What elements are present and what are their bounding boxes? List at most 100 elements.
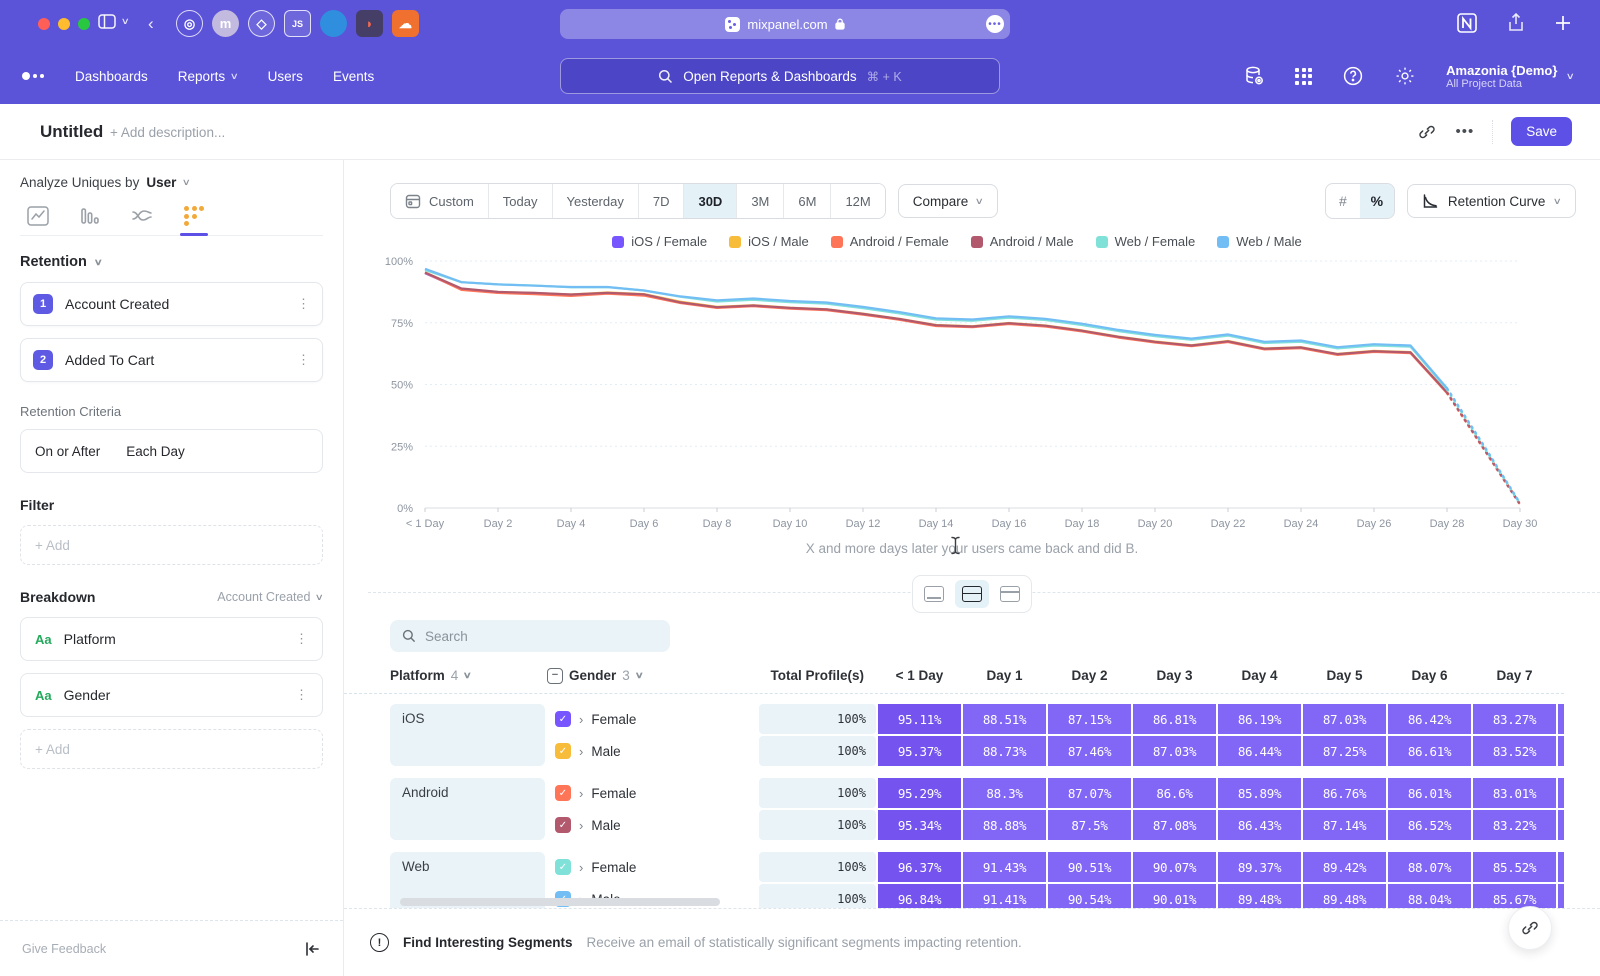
retention-value-cell[interactable]: 96.84% [878, 884, 961, 908]
retention-value-cell[interactable]: 87.03% [1303, 704, 1386, 734]
avatar-m-icon[interactable]: m [212, 10, 239, 37]
apps-grid-icon[interactable] [1295, 68, 1312, 85]
copy-link-icon[interactable] [1417, 122, 1437, 142]
retention-line-chart[interactable]: 0%25%50%75%100%< 1 DayDay 2Day 4Day 6Day… [344, 252, 1600, 540]
expand-row-icon[interactable]: › [579, 744, 583, 759]
zoom-window-button[interactable] [78, 18, 90, 30]
target-icon[interactable]: ◎ [176, 10, 203, 37]
column-header-day[interactable]: Day 1 [963, 668, 1046, 683]
retention-value-cell[interactable]: 88.3% [963, 778, 1046, 808]
absolute-mode-button[interactable]: # [1326, 184, 1360, 218]
retention-value-cell[interactable]: 86.43% [1218, 810, 1301, 840]
kebab-menu-icon[interactable]: ⋮ [295, 687, 308, 703]
save-button[interactable]: Save [1511, 117, 1572, 146]
legend-item[interactable]: Android / Male [971, 234, 1074, 249]
chart-only-view-button[interactable] [917, 580, 951, 608]
url-options-icon[interactable]: ••• [986, 15, 1004, 33]
retention-value-cell[interactable]: 90.01% [1133, 884, 1216, 908]
analyze-entity-dropdown[interactable]: User [146, 175, 176, 190]
soundcloud-icon[interactable]: ☁ [392, 10, 419, 37]
range-custom[interactable]: Custom [391, 184, 489, 218]
retention-value-cell[interactable]: 86.6% [1133, 778, 1216, 808]
gender-cell[interactable]: ✓›Female [547, 778, 757, 808]
range-7d[interactable]: 7D [639, 184, 685, 218]
gender-cell[interactable]: ✓›Female [547, 852, 757, 882]
criteria-each-day[interactable]: Each Day [126, 444, 185, 459]
find-segments-title[interactable]: Find Interesting Segments [403, 935, 573, 950]
global-search-input[interactable]: Open Reports & Dashboards ⌘ + K [560, 58, 1000, 94]
breakdown-platform[interactable]: Aa Platform ⋮ [20, 617, 323, 661]
sidebar-toggle-icon[interactable]: ∨ [98, 14, 129, 29]
expand-row-icon[interactable]: › [579, 860, 583, 875]
retention-value-cell-clipped[interactable] [1558, 810, 1564, 840]
retention-value-cell-clipped[interactable] [1558, 736, 1564, 766]
expand-row-icon[interactable]: › [579, 786, 583, 801]
retention-value-cell-clipped[interactable] [1558, 778, 1564, 808]
retention-value-cell[interactable]: 95.29% [878, 778, 961, 808]
retention-value-cell[interactable]: 83.52% [1473, 736, 1556, 766]
retention-value-cell[interactable]: 85.67% [1473, 884, 1556, 908]
retention-value-cell[interactable]: 86.81% [1133, 704, 1216, 734]
column-header-day[interactable]: Day 7 [1473, 668, 1556, 683]
more-options-icon[interactable]: ••• [1455, 123, 1474, 140]
series-checkbox[interactable]: ✓ [555, 711, 571, 727]
window-controls[interactable] [38, 18, 90, 30]
retention-value-cell[interactable]: 83.01% [1473, 778, 1556, 808]
retention-value-cell[interactable]: 86.19% [1218, 704, 1301, 734]
red-extension-icon[interactable]: ◗ [356, 10, 383, 37]
nav-item-events[interactable]: Events [333, 69, 374, 84]
series-checkbox[interactable]: ✓ [555, 743, 571, 759]
add-description-field[interactable]: + Add description... [110, 125, 225, 140]
retention-value-cell[interactable]: 86.01% [1388, 778, 1471, 808]
tab-funnels[interactable] [74, 206, 106, 235]
notion-tab-icon[interactable] [1456, 12, 1478, 34]
date-range-selector[interactable]: CustomTodayYesterday7D30D3M6M12M [390, 183, 886, 219]
data-management-icon[interactable] [1243, 65, 1265, 87]
nav-item-users[interactable]: Users [268, 69, 303, 84]
retention-step-1[interactable]: 1 Account Created ⋮ [20, 282, 323, 326]
tab-insights[interactable] [22, 206, 54, 235]
retention-value-cell[interactable]: 88.07% [1388, 852, 1471, 882]
add-breakdown-button[interactable]: + Add [20, 729, 323, 769]
step-event-name[interactable]: Added To Cart [65, 352, 285, 368]
legend-item[interactable]: Web / Female [1096, 234, 1196, 249]
settings-gear-icon[interactable] [1394, 65, 1416, 87]
column-header-day[interactable]: < 1 Day [878, 668, 961, 683]
retention-value-cell[interactable]: 91.41% [963, 884, 1046, 908]
breakdown-property-name[interactable]: Platform [64, 631, 283, 647]
compare-button[interactable]: Compare ∨ [898, 184, 998, 218]
retention-value-cell[interactable]: 89.48% [1218, 884, 1301, 908]
column-header-day[interactable]: Day 5 [1303, 668, 1386, 683]
view-layout-toggle[interactable] [912, 575, 1032, 613]
series-checkbox[interactable]: ✓ [555, 859, 571, 875]
back-button[interactable]: ‹ [148, 14, 154, 34]
retention-value-cell[interactable]: 88.73% [963, 736, 1046, 766]
column-header-total[interactable]: Total Profile(s) [759, 668, 876, 683]
percent-mode-button[interactable]: % [1360, 184, 1394, 218]
give-feedback-link[interactable]: Give Feedback [22, 942, 106, 956]
breakdown-gender[interactable]: Aa Gender ⋮ [20, 673, 323, 717]
retention-criteria-selector[interactable]: On or After Each Day [20, 429, 323, 473]
retention-value-cell[interactable]: 85.89% [1218, 778, 1301, 808]
add-filter-button[interactable]: + Add [20, 525, 323, 565]
nav-item-dashboards[interactable]: Dashboards [75, 69, 148, 84]
retention-value-cell-clipped[interactable] [1558, 884, 1564, 908]
url-bar[interactable]: mixpanel.com ••• [560, 9, 1010, 39]
table-search-input[interactable]: Search [390, 620, 670, 652]
share-icon[interactable] [1506, 12, 1526, 34]
column-header-platform[interactable]: Platform 4 ∨ [390, 668, 545, 683]
legend-item[interactable]: iOS / Female [612, 234, 707, 249]
retention-value-cell[interactable]: 87.14% [1303, 810, 1386, 840]
step-event-name[interactable]: Account Created [65, 296, 285, 312]
retention-value-cell-clipped[interactable] [1558, 852, 1564, 882]
range-yesterday[interactable]: Yesterday [553, 184, 639, 218]
mixpanel-logo-icon[interactable] [22, 72, 44, 80]
gender-cell[interactable]: ✓›Male [547, 736, 757, 766]
retention-value-cell[interactable]: 89.37% [1218, 852, 1301, 882]
tab-flows[interactable] [126, 206, 158, 235]
kebab-menu-icon[interactable]: ⋮ [295, 631, 308, 647]
retention-value-cell[interactable]: 86.42% [1388, 704, 1471, 734]
range-30d[interactable]: 30D [684, 184, 737, 218]
nav-items[interactable]: DashboardsReports∨UsersEvents [75, 69, 374, 84]
retention-value-cell[interactable]: 83.22% [1473, 810, 1556, 840]
